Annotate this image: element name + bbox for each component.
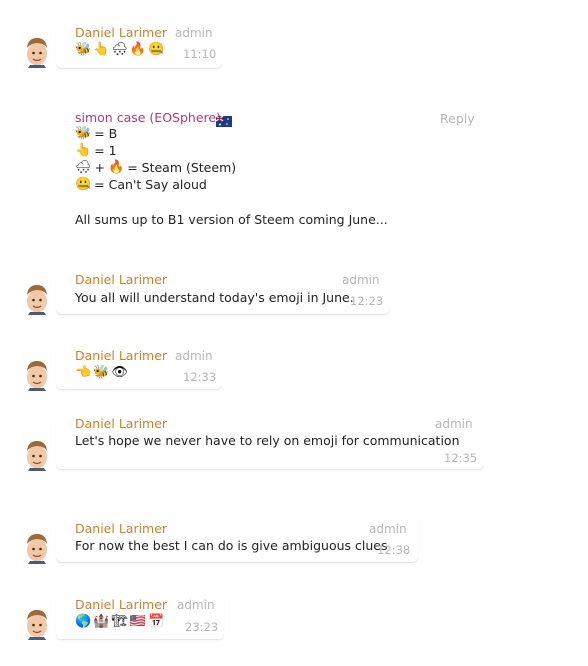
globe-icon: 🌎 [75,614,92,629]
us-flag-icon: 🇺🇸 [129,614,147,629]
author-name[interactable]: Daniel Larimer [75,416,167,431]
bee-icon: 🐝 [75,126,92,141]
message-time: 12:38 [377,543,411,557]
message-time: 12:35 [444,451,478,465]
avatar[interactable] [22,357,52,391]
author-name[interactable]: Daniel Larimer [75,597,167,612]
message-text: You all will understand today's emoji in… [75,290,354,305]
message-text: For now the best I can do is give ambigu… [75,538,388,553]
message-text: Let's hope we never have to rely on emoj… [75,433,460,448]
author-name[interactable]: Daniel Larimer [75,272,167,287]
castle-icon: 🏰 [93,614,110,629]
emoji-row: 👈 🐝 👁 [75,365,128,380]
pointing-left-icon: 👈 [75,365,92,380]
author-name[interactable]: Daniel Larimer [75,348,167,363]
emoji-legend-line: 🤐 = Can't Say aloud [75,177,207,192]
emoji-legend-line: 👆 = 1 [75,143,117,158]
role-badge: admin [177,598,215,612]
construction-icon: 🏗 [111,614,128,629]
role-badge: admin [175,26,213,40]
emoji-row: 🐝 👆 🌨 🔥 🤐 [75,42,164,57]
avatar[interactable] [22,34,52,68]
message-time: 23:23 [185,620,219,634]
emoji-row: 🌎 🏰 🏗 🇺🇸 📅 [75,614,164,629]
author-name[interactable]: simon case (EOSphere) [75,110,221,125]
avatar[interactable] [22,606,52,640]
snow-cloud-icon: 🌨 [111,42,128,57]
avatar[interactable] [22,530,52,564]
emoji-legend-line: 🐝 = B [75,126,118,141]
zipper-mouth-icon: 🤐 [148,42,165,57]
bee-icon: 🐝 [93,365,110,380]
fire-icon: 🔥 [108,160,125,175]
australia-flag-icon [216,111,232,130]
message-text: All sums up to B1 version of Steem comin… [75,212,388,227]
calendar-icon: 📅 [148,614,165,629]
reply-button[interactable]: Reply [440,111,475,126]
message-time: 12:33 [183,370,217,384]
role-badge: admin [435,417,473,431]
message-time: 11:10 [183,47,217,61]
bee-icon: 🐝 [75,42,92,57]
author-name[interactable]: Daniel Larimer [75,521,167,536]
pointing-up-icon: 👆 [93,42,110,57]
author-name[interactable]: Daniel Larimer [75,25,167,40]
zipper-mouth-icon: 🤐 [75,177,92,192]
role-badge: admin [369,522,407,536]
role-badge: admin [342,273,380,287]
eye-icon: 👁 [111,365,128,380]
fire-icon: 🔥 [129,42,147,57]
emoji-legend-line: 🌨 + 🔥 = Steam (Steem) [75,160,237,175]
avatar[interactable] [22,281,52,315]
message-time: 12:23 [350,294,384,308]
pointing-up-icon: 👆 [75,143,92,158]
snow-cloud-icon: 🌨 [75,160,92,175]
role-badge: admin [175,349,213,363]
avatar[interactable] [22,437,52,471]
